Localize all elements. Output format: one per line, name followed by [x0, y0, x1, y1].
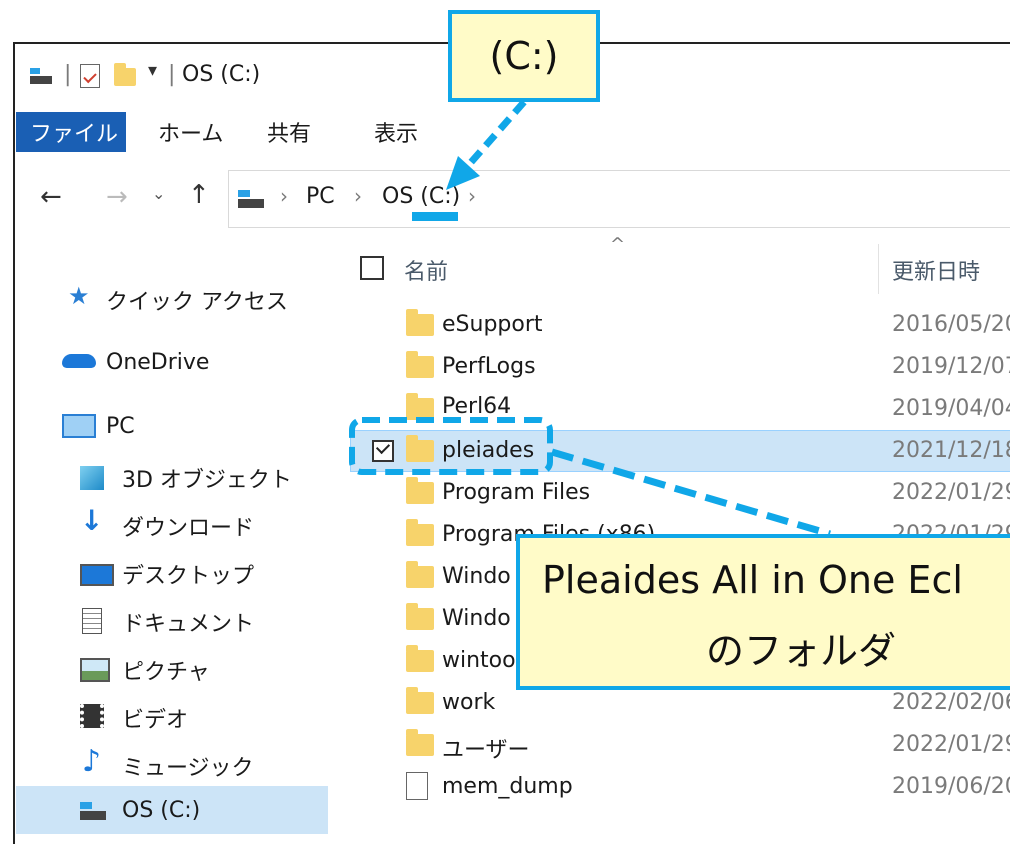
folder-callout-connector-line: [551, 448, 831, 538]
folder-callout: Pleaides All in One Ecl のフォルダ: [516, 534, 1010, 690]
drive-callout-text: (C:): [489, 34, 559, 78]
folder-callout-line2: のフォルダ: [706, 629, 897, 673]
annotation-overlay: [349, 99, 831, 538]
pleiades-highlight-box: [349, 417, 553, 475]
folder-callout-line1: Pleaides All in One Ecl: [542, 558, 963, 602]
drive-callout: (C:): [448, 10, 600, 102]
drive-callout-arrow-line: [463, 99, 527, 171]
